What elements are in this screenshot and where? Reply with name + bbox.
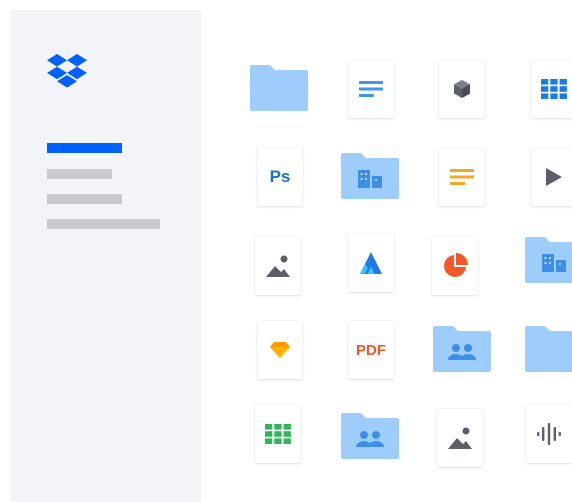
dropbox-logo-icon[interactable] (47, 54, 87, 88)
document-icon[interactable] (348, 60, 394, 118)
sidebar-item-4[interactable] (47, 219, 160, 229)
shared-building-folder-icon[interactable] (341, 153, 399, 199)
people-icon (356, 431, 384, 447)
sketch-icon[interactable] (257, 321, 303, 379)
people-icon (448, 344, 476, 360)
table-icon[interactable] (531, 60, 572, 118)
photoshop-icon[interactable]: Ps (257, 148, 303, 206)
pdf-label: PDF (356, 341, 386, 359)
shared-people-folder-icon[interactable] (341, 413, 399, 459)
spreadsheet-icon[interactable] (255, 405, 301, 463)
audio-waveform-icon[interactable] (526, 405, 572, 463)
3d-object-icon[interactable] (439, 60, 485, 118)
page: Ps PDF (0, 0, 572, 502)
sidebar (10, 10, 201, 502)
photoshop-label: Ps (269, 167, 291, 186)
sidebar-item-2[interactable] (47, 169, 112, 179)
building-icon (358, 170, 382, 188)
building-icon (542, 254, 566, 272)
affinity-icon[interactable] (348, 234, 394, 292)
pdf-icon[interactable]: PDF (348, 321, 394, 379)
shared-building-folder-icon[interactable] (525, 237, 572, 283)
video-play-icon[interactable] (531, 148, 572, 206)
pie-chart-icon[interactable] (432, 237, 478, 295)
sidebar-item-3[interactable] (47, 194, 122, 204)
image-icon[interactable] (255, 237, 301, 295)
folder-icon[interactable] (525, 326, 572, 372)
image-icon[interactable] (437, 409, 483, 467)
sidebar-item-active[interactable] (47, 143, 122, 153)
notes-icon[interactable] (439, 148, 485, 206)
folder-icon[interactable] (250, 65, 308, 111)
shared-people-folder-icon[interactable] (433, 326, 491, 372)
